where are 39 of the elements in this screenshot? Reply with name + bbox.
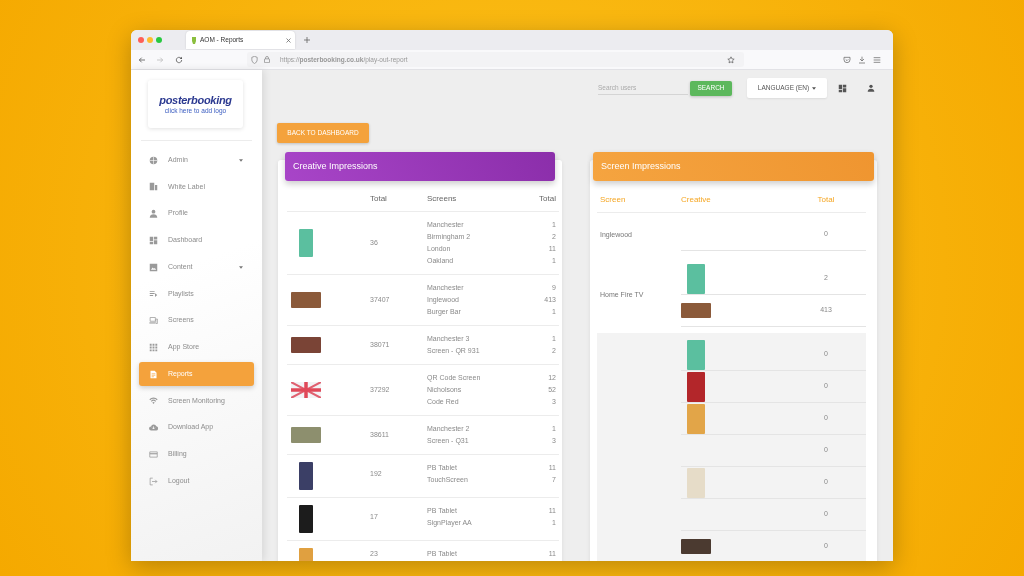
shield-icon [251,55,258,64]
devices-icon [149,316,158,325]
close-icon[interactable] [286,37,291,43]
card-header: Screen Impressions [593,152,874,181]
download-icon[interactable] [858,55,866,64]
column-header: Screens [427,194,457,204]
person-icon[interactable] [867,84,875,92]
column-header: Total [370,194,387,203]
logout-icon [149,476,158,486]
lock-icon [264,56,270,63]
zoom-window-icon[interactable] [156,37,162,43]
column-header: Total [817,195,835,204]
reload-icon[interactable] [175,55,183,64]
document-icon [149,369,158,379]
chevron-badge-icon[interactable] [843,55,851,64]
globe-icon [149,155,158,165]
playlist-icon [149,289,158,299]
plus-icon[interactable] [304,37,310,43]
pin-icon [192,36,196,44]
dashboard-icon [149,235,158,245]
image-icon [149,262,158,272]
card-header: Creative Impressions [285,152,555,181]
column-header: Total [539,194,556,204]
dashboard-icon[interactable] [838,83,847,93]
back-icon[interactable] [138,55,146,64]
caret-icon [812,86,817,90]
person-icon [149,209,158,218]
cloud-download-icon [149,423,158,432]
signal-icon [149,396,158,406]
menu-icon[interactable] [873,55,881,64]
credit-card-icon [149,449,158,459]
column-header: Screen [600,195,626,204]
close-window-icon[interactable] [138,37,144,43]
apps-icon [149,342,158,352]
logo-text: posterbooking [159,93,232,106]
star-icon[interactable] [727,55,735,64]
column-header: Creative [681,195,711,204]
building-icon [149,182,158,192]
flag-icon [291,382,321,398]
